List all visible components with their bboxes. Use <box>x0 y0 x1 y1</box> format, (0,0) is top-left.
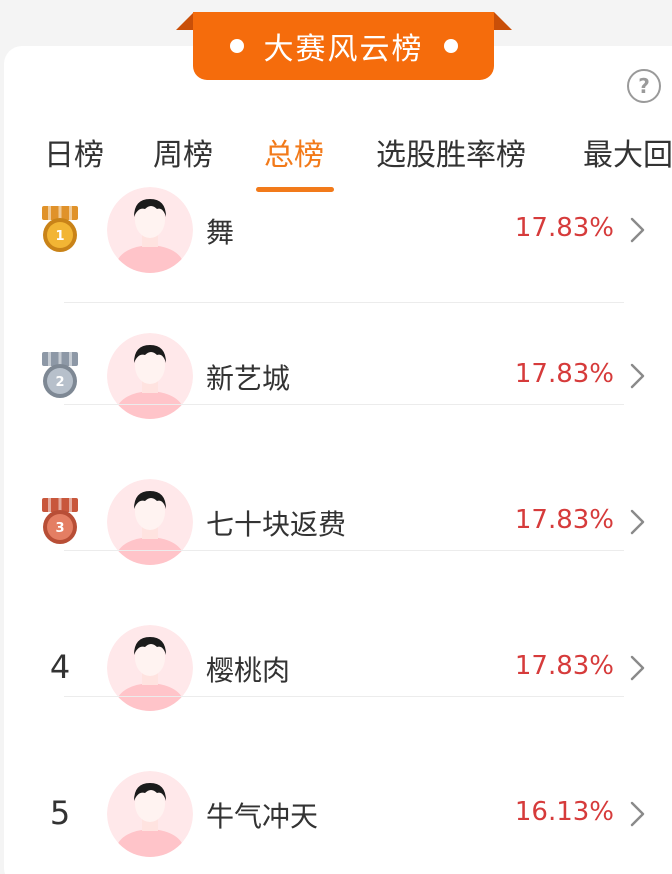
default-avatar-icon[interactable] <box>107 771 193 857</box>
player-name: 舞 <box>206 216 235 249</box>
player-name: 七十块返费 <box>206 508 347 541</box>
page-title: 大赛风云榜 <box>263 32 424 67</box>
ranking-list: 1 舞 17.83% 2 新艺城 17.83% 3 七十块返费 17.83% 4 樱桃肉 17.83%… <box>0 187 672 874</box>
ribbon-fold-left <box>176 12 194 30</box>
return-rate: 17.83% <box>514 505 614 535</box>
tab-max-drawdown[interactable]: 最大回 <box>583 130 672 174</box>
ribbon-fold-right <box>494 12 512 30</box>
medal-icon: 2 <box>42 352 78 398</box>
tab-stock-win-rate[interactable]: 选股胜率榜 <box>376 130 526 174</box>
ribbon-dot-left <box>229 39 244 53</box>
ribbon-dot-right <box>443 39 458 53</box>
return-rate: 16.13% <box>514 797 614 827</box>
ribbon-banner: 大赛风云榜 <box>193 12 494 80</box>
player-name: 新艺城 <box>206 362 291 395</box>
rank-number: 4 <box>49 648 71 686</box>
row-divider <box>64 696 624 697</box>
default-avatar-icon[interactable] <box>107 187 193 273</box>
tab-overall[interactable]: 总榜 <box>264 130 324 174</box>
chevron-right-icon[interactable] <box>628 508 648 536</box>
medal-icon: 1 <box>42 206 78 252</box>
ranking-row[interactable]: 3 七十块返费 17.83% <box>0 438 672 584</box>
tab-bar: 日榜 周榜 总榜 选股胜率榜 最大回 <box>0 120 672 200</box>
ranking-row[interactable]: 5 牛气冲天 16.13% <box>0 730 672 874</box>
return-rate: 17.83% <box>514 213 614 243</box>
rank-number: 5 <box>49 794 71 832</box>
medal-rank-label: 3 <box>55 521 64 536</box>
chevron-right-icon[interactable] <box>628 362 648 390</box>
player-name: 樱桃肉 <box>206 654 291 687</box>
page: 大赛风云榜 ? 日榜 周榜 总榜 选股胜率榜 最大回 1 舞 17.83% 2 新艺城 1… <box>0 0 672 874</box>
medal-rank-label: 2 <box>55 375 64 390</box>
return-rate: 17.83% <box>514 359 614 389</box>
row-divider <box>64 404 624 405</box>
default-avatar-icon[interactable] <box>107 625 193 711</box>
help-icon[interactable]: ? <box>627 69 661 103</box>
return-rate: 17.83% <box>514 651 614 681</box>
chevron-right-icon[interactable] <box>628 216 648 244</box>
player-name: 牛气冲天 <box>206 800 319 833</box>
default-avatar-icon[interactable] <box>107 479 193 565</box>
tab-daily[interactable]: 日榜 <box>44 130 104 174</box>
medal-icon: 3 <box>42 498 78 544</box>
medal-rank-label: 1 <box>55 229 64 244</box>
ranking-row[interactable]: 1 舞 17.83% <box>0 187 672 303</box>
chevron-right-icon[interactable] <box>628 800 648 828</box>
ranking-row[interactable]: 4 樱桃肉 17.83% <box>0 584 672 730</box>
chevron-right-icon[interactable] <box>628 654 648 682</box>
default-avatar-icon[interactable] <box>107 333 193 419</box>
tab-weekly[interactable]: 周榜 <box>153 130 213 174</box>
ranking-row[interactable]: 2 新艺城 17.83% <box>0 292 672 438</box>
row-divider <box>64 550 624 551</box>
header-ribbon: 大赛风云榜 <box>0 0 672 90</box>
